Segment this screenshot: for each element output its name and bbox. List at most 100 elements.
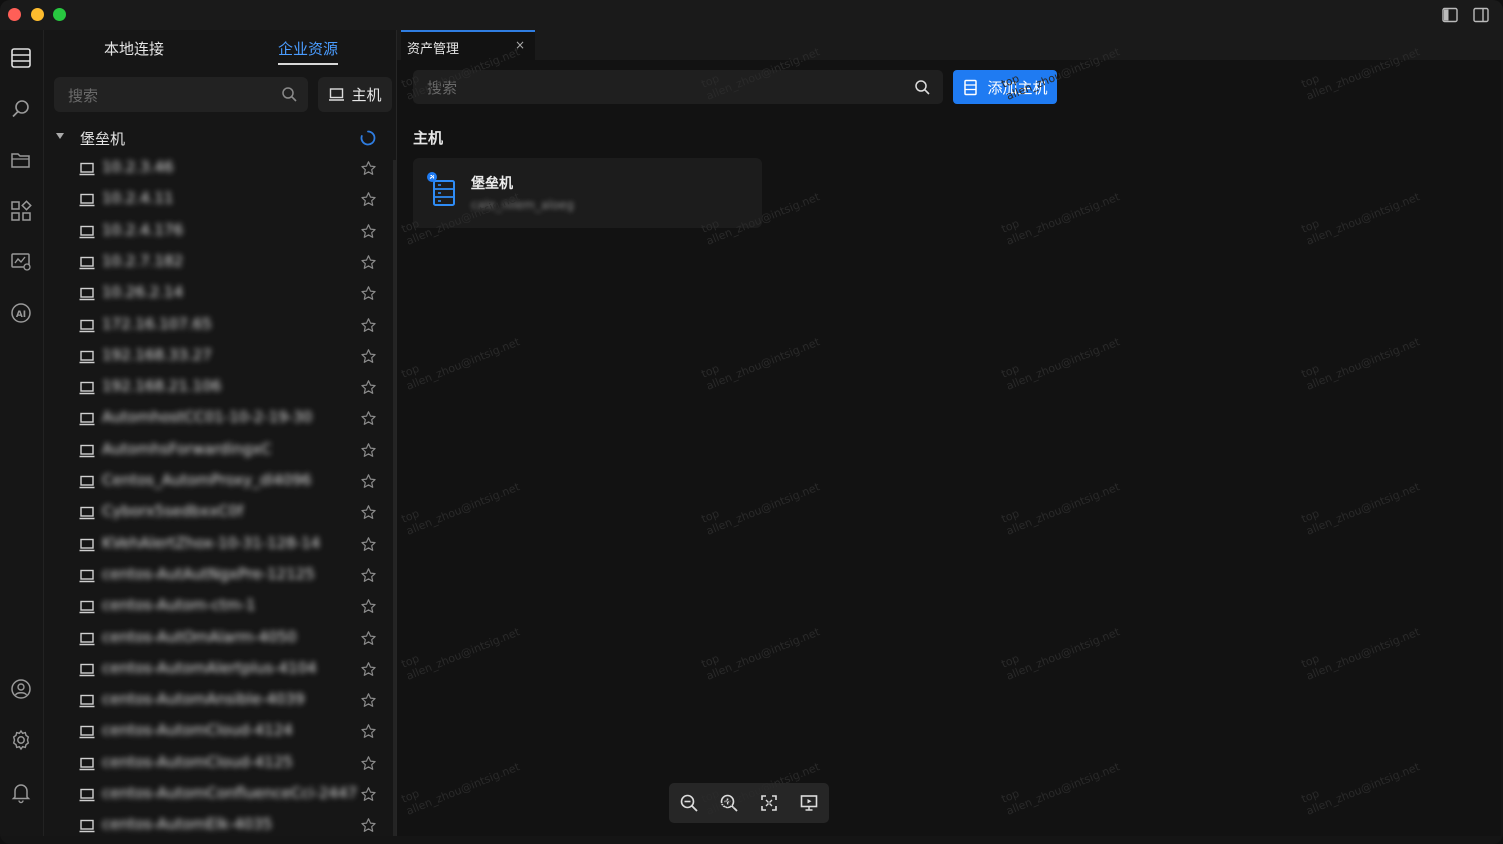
host-name: AutomhsForwardingxC bbox=[102, 439, 272, 458]
star-icon[interactable] bbox=[360, 348, 377, 365]
title-bar bbox=[0, 0, 1503, 30]
bastion-host-card[interactable]: 堡垒机 cale_nilem_aloeg bbox=[413, 158, 762, 228]
host-list-item[interactable]: AutomhsForwardingxC bbox=[44, 437, 396, 465]
star-icon[interactable] bbox=[360, 598, 377, 615]
tab-local-connections[interactable]: 本地连接 bbox=[104, 38, 164, 59]
star-icon[interactable] bbox=[360, 160, 377, 177]
maximize-window-button[interactable] bbox=[53, 8, 66, 21]
host-name: 10.2.3.46 bbox=[102, 158, 174, 176]
host-list-item[interactable]: centos-Autom-ctm-1 bbox=[44, 593, 396, 621]
host-list-item[interactable]: centos-AutomCloud-4125 bbox=[44, 750, 396, 778]
user-icon[interactable] bbox=[9, 677, 33, 701]
host-list-item[interactable]: 10.2.4.176 bbox=[44, 218, 396, 246]
gear-icon[interactable] bbox=[9, 728, 33, 752]
laptop-icon bbox=[79, 756, 95, 772]
laptop-icon bbox=[79, 443, 95, 459]
close-window-button[interactable] bbox=[8, 8, 21, 21]
sidebar-search-input[interactable] bbox=[66, 77, 270, 114]
presentation-icon[interactable] bbox=[799, 793, 819, 813]
host-list-item[interactable]: centos-AutomConfluenceCci-2447 bbox=[44, 781, 396, 809]
host-list-item[interactable]: centos-AutOmAlarm-4050 bbox=[44, 625, 396, 653]
sidebar-scrollbar[interactable] bbox=[393, 160, 396, 836]
laptop-icon bbox=[79, 192, 95, 208]
star-icon[interactable] bbox=[360, 254, 377, 271]
star-icon[interactable] bbox=[360, 755, 377, 772]
star-icon[interactable] bbox=[360, 379, 377, 396]
search-icon[interactable] bbox=[914, 79, 931, 96]
bell-icon[interactable] bbox=[9, 780, 33, 804]
zoom-toolbar bbox=[669, 783, 829, 823]
star-icon[interactable] bbox=[360, 191, 377, 208]
host-list-item[interactable]: centos-AutomElk-4035 bbox=[44, 812, 396, 840]
search-icon[interactable] bbox=[281, 86, 298, 103]
host-name: 172.16.107.65 bbox=[102, 314, 212, 333]
host-list-item[interactable]: centos-AutAutNgxPre-12125 bbox=[44, 562, 396, 590]
star-icon[interactable] bbox=[360, 630, 377, 647]
host-list-item[interactable]: 10.2.7.182 bbox=[44, 249, 396, 277]
main-search-input[interactable] bbox=[425, 70, 889, 106]
star-icon[interactable] bbox=[360, 223, 377, 240]
star-icon[interactable] bbox=[360, 661, 377, 678]
host-list-item[interactable]: 192.168.21.106 bbox=[44, 374, 396, 402]
zoom-in-icon[interactable] bbox=[719, 793, 739, 813]
tab-asset-management[interactable]: 资产管理 × bbox=[401, 30, 535, 60]
tree-root-bastion[interactable]: 堡垒机 bbox=[44, 126, 396, 150]
host-list-item[interactable]: 172.16.107.65 bbox=[44, 312, 396, 340]
zoom-out-icon[interactable] bbox=[679, 793, 699, 813]
laptop-icon bbox=[79, 599, 95, 615]
host-list-item[interactable]: Centos_AutomProxy_dl4096 bbox=[44, 468, 396, 496]
star-icon[interactable] bbox=[360, 285, 377, 302]
svg-text:AI: AI bbox=[16, 310, 26, 320]
refresh-icon[interactable] bbox=[359, 129, 377, 147]
search-icon[interactable] bbox=[9, 97, 33, 121]
laptop-icon bbox=[79, 568, 95, 584]
star-icon[interactable] bbox=[360, 567, 377, 584]
host-list-item[interactable]: Cyborx5sedbxxC0f bbox=[44, 499, 396, 527]
host-list-item[interactable]: 192.168.33.27 bbox=[44, 343, 396, 371]
host-list-item[interactable]: KVehAlertZhox-10-31-128-14 bbox=[44, 531, 396, 559]
caret-down-icon[interactable] bbox=[56, 133, 64, 139]
laptop-icon bbox=[79, 224, 95, 240]
star-icon[interactable] bbox=[360, 786, 377, 803]
host-list-item[interactable]: centos-AutomCloud-4124 bbox=[44, 718, 396, 746]
laptop-icon bbox=[79, 787, 95, 803]
laptop-icon bbox=[79, 505, 95, 521]
minimize-window-button[interactable] bbox=[31, 8, 44, 21]
toggle-right-panel-icon[interactable] bbox=[1472, 6, 1490, 24]
host-filter-button[interactable]: 主机 bbox=[318, 77, 392, 112]
laptop-icon bbox=[79, 255, 95, 271]
laptop-icon bbox=[79, 693, 95, 709]
star-icon[interactable] bbox=[360, 536, 377, 553]
star-icon[interactable] bbox=[360, 723, 377, 740]
star-icon[interactable] bbox=[360, 692, 377, 709]
add-host-button[interactable]: 添加主机 bbox=[953, 70, 1057, 104]
server-list-icon[interactable] bbox=[9, 46, 33, 70]
apps-grid-icon[interactable] bbox=[9, 199, 33, 223]
fit-screen-icon[interactable] bbox=[759, 793, 779, 813]
host-list-item[interactable]: AutomhostCC01-10-2-19-30 bbox=[44, 405, 396, 433]
host-name: centos-AutomConfluenceCci-2447 bbox=[102, 784, 358, 802]
host-list-item[interactable]: 10.26.2.14 bbox=[44, 280, 396, 308]
resource-sidebar: 本地连接 企业资源 主机 堡垒机 10.2.3.46 10.2.4.11 10.2.… bbox=[44, 30, 397, 836]
star-icon[interactable] bbox=[360, 504, 377, 521]
host-list-item[interactable]: centos-AutomAlertplus-4104 bbox=[44, 656, 396, 684]
ai-icon[interactable]: AI bbox=[9, 301, 33, 325]
star-icon[interactable] bbox=[360, 410, 377, 427]
monitor-icon[interactable] bbox=[9, 250, 33, 274]
tab-label: 资产管理 bbox=[407, 42, 460, 57]
folder-icon[interactable] bbox=[9, 148, 33, 172]
host-list-item[interactable]: 10.2.4.11 bbox=[44, 186, 396, 214]
toggle-left-panel-icon[interactable] bbox=[1441, 6, 1459, 24]
host-list-item[interactable]: 10.2.3.46 bbox=[44, 155, 396, 183]
host-list-item[interactable]: centos-AutomAnsible-4039 bbox=[44, 687, 396, 715]
laptop-icon bbox=[79, 724, 95, 740]
host-name: centos-AutomCloud-4124 bbox=[102, 721, 293, 740]
star-icon[interactable] bbox=[360, 473, 377, 490]
star-icon[interactable] bbox=[360, 442, 377, 459]
close-tab-icon[interactable]: × bbox=[515, 38, 525, 52]
server-icon bbox=[964, 79, 978, 95]
star-icon[interactable] bbox=[360, 317, 377, 334]
card-title: 堡垒机 bbox=[471, 176, 513, 192]
tab-enterprise-resources[interactable]: 企业资源 bbox=[278, 38, 339, 65]
star-icon[interactable] bbox=[360, 817, 377, 834]
